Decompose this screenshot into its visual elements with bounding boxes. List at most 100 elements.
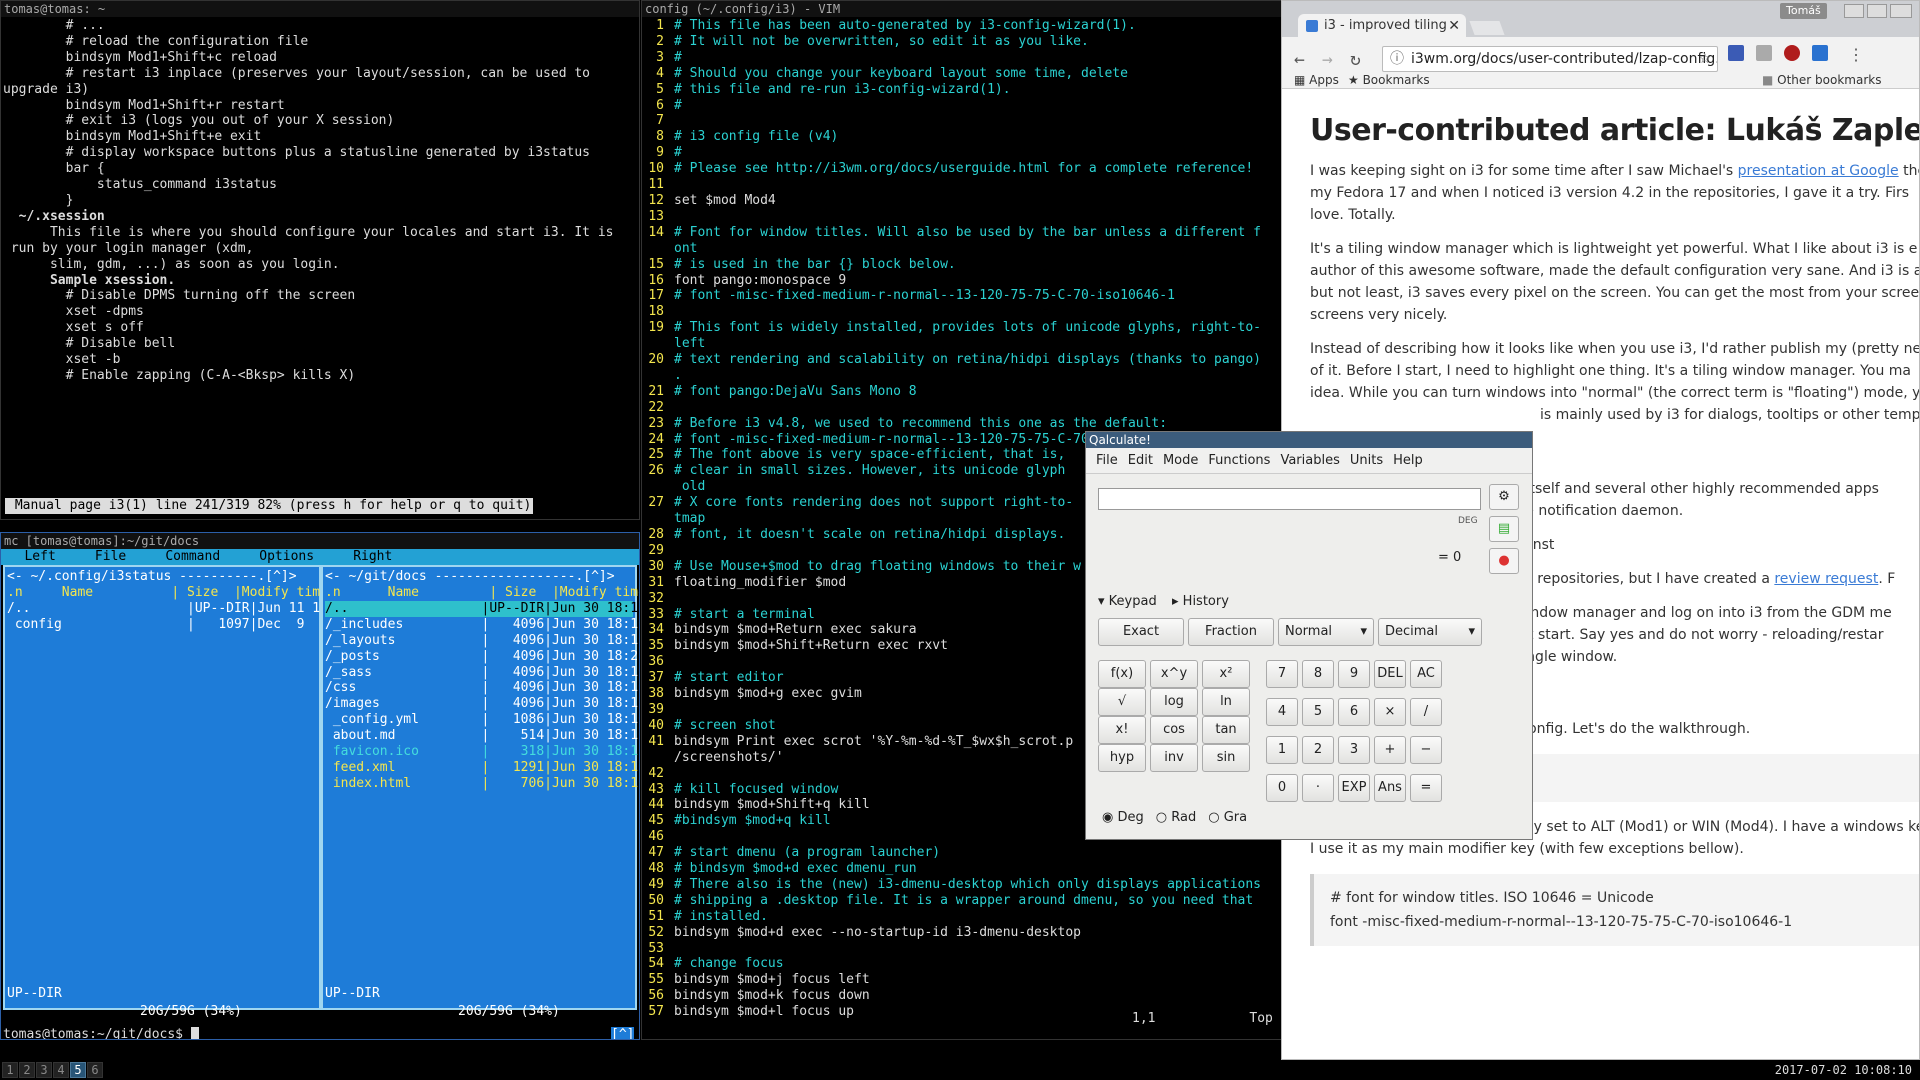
function-key[interactable]: log bbox=[1150, 688, 1198, 716]
file-row[interactable]: /_includes | 4096|Jun 30 18:16 bbox=[325, 617, 639, 633]
keypad-key[interactable]: 1 bbox=[1266, 736, 1298, 764]
keypad-key[interactable]: DEL bbox=[1374, 660, 1406, 688]
angle-radio-rad[interactable]: ○ Rad bbox=[1156, 810, 1196, 825]
menu-item-edit[interactable]: Edit bbox=[1128, 453, 1153, 468]
function-key[interactable]: x^y bbox=[1150, 660, 1198, 688]
close-tab-icon[interactable]: ✕ bbox=[1448, 14, 1460, 38]
mc-right-panel[interactable]: <- ~/git/docs ------------------.[^]> .n… bbox=[321, 565, 639, 1019]
file-row[interactable]: favicon.ico | 318|Jun 30 18:16 bbox=[325, 744, 639, 760]
mc-menu-bar[interactable]: Left File Command Options Right bbox=[1, 549, 639, 565]
keypad-key[interactable]: 5 bbox=[1302, 698, 1334, 726]
file-row[interactable]: config | 1097|Dec 9 2016 bbox=[7, 617, 352, 633]
exact-button[interactable]: Exact bbox=[1098, 618, 1184, 646]
file-row[interactable]: /css | 4096|Jun 30 18:16 bbox=[325, 680, 639, 696]
file-row[interactable]: /_layouts | 4096|Jun 30 18:16 bbox=[325, 633, 639, 649]
menu-icon[interactable]: ⋮ bbox=[1848, 45, 1864, 64]
keypad-key[interactable]: × bbox=[1374, 698, 1406, 726]
base-select[interactable]: Decimal ▾ bbox=[1378, 618, 1482, 646]
man-terminal-window[interactable]: tomas@tomas: ~ # ... # reload the config… bbox=[0, 0, 640, 520]
presentation-link[interactable]: presentation at Google bbox=[1738, 163, 1899, 179]
workspace-button[interactable]: 3 bbox=[36, 1062, 52, 1078]
keypad-key[interactable]: 6 bbox=[1338, 698, 1370, 726]
extension-icon[interactable] bbox=[1756, 45, 1772, 61]
mc-terminal-window[interactable]: mc [tomas@tomas]:~/git/docs Left File Co… bbox=[0, 532, 640, 1040]
other-bookmarks[interactable]: ■ Other bookmarks bbox=[1762, 73, 1881, 87]
menu-item-file[interactable]: File bbox=[1096, 453, 1118, 468]
function-key[interactable]: f(x) bbox=[1098, 660, 1146, 688]
qalculate-window[interactable]: Qalculate! File Edit Mode Functions Variable… bbox=[1085, 431, 1533, 840]
workspace-button[interactable]: 1 bbox=[2, 1062, 18, 1078]
function-key[interactable]: tan bbox=[1202, 716, 1250, 744]
mc-left-panel[interactable]: <- ~/.config/i3status ----------.[^]> .n… bbox=[3, 565, 352, 1019]
function-key[interactable]: sin bbox=[1202, 744, 1250, 772]
browser-tab[interactable]: i3 - improved tiling ✕ bbox=[1298, 14, 1466, 38]
store-icon[interactable]: ▤ bbox=[1489, 516, 1519, 542]
file-row[interactable]: /_sass | 4096|Jun 30 18:16 bbox=[325, 665, 639, 681]
menu-item-units[interactable]: Units bbox=[1350, 453, 1383, 468]
keypad-key[interactable]: 4 bbox=[1266, 698, 1298, 726]
keypad-key[interactable]: 9 bbox=[1338, 660, 1370, 688]
menu-item-help[interactable]: Help bbox=[1393, 453, 1423, 468]
keypad-key[interactable]: 0 bbox=[1266, 774, 1298, 802]
keypad-toggle[interactable]: ▾ Keypad bbox=[1098, 594, 1157, 609]
keypad-key[interactable]: AC bbox=[1410, 660, 1442, 688]
bookmark-bookmarks[interactable]: ★ Bookmarks bbox=[1348, 73, 1430, 87]
keypad-key[interactable]: / bbox=[1410, 698, 1442, 726]
extension-icon[interactable] bbox=[1728, 45, 1744, 61]
keypad-key[interactable]: = bbox=[1410, 774, 1442, 802]
convert-icon[interactable]: ● bbox=[1489, 548, 1519, 574]
menu-item-functions[interactable]: Functions bbox=[1208, 453, 1270, 468]
file-row[interactable]: _config.yml | 1086|Jun 30 18:16 bbox=[325, 712, 639, 728]
mode-select[interactable]: Normal ▾ bbox=[1278, 618, 1374, 646]
keypad-key[interactable]: 3 bbox=[1338, 736, 1370, 764]
function-key[interactable]: √ bbox=[1098, 688, 1146, 716]
expression-input[interactable] bbox=[1098, 488, 1481, 510]
function-key[interactable]: cos bbox=[1150, 716, 1198, 744]
workspace-button[interactable]: 2 bbox=[19, 1062, 35, 1078]
back-icon[interactable]: ← bbox=[1294, 49, 1305, 70]
menu-item-mode[interactable]: Mode bbox=[1163, 453, 1198, 468]
file-row[interactable]: feed.xml | 1291|Jun 30 18:16 bbox=[325, 760, 639, 776]
file-row[interactable]: /.. |UP--DIR|Jun 30 18:16 bbox=[325, 601, 639, 617]
function-key[interactable]: inv bbox=[1150, 744, 1198, 772]
history-toggle[interactable]: ▸ History bbox=[1172, 594, 1229, 609]
address-bar[interactable]: ⓘ i3wm.org/docs/user-contributed/lzap-co… bbox=[1382, 46, 1718, 72]
new-tab-button[interactable] bbox=[1469, 21, 1505, 35]
bookmark-apps[interactable]: ▦ Apps bbox=[1294, 73, 1339, 87]
menu-item-variables[interactable]: Variables bbox=[1280, 453, 1339, 468]
function-key[interactable]: hyp bbox=[1098, 744, 1146, 772]
file-row[interactable]: /images | 4096|Jun 30 18:16 bbox=[325, 696, 639, 712]
file-row[interactable]: index.html | 706|Jun 30 18:16 bbox=[325, 776, 639, 792]
angle-radio-deg[interactable]: ◉ Deg bbox=[1102, 810, 1144, 825]
keypad-key[interactable]: 7 bbox=[1266, 660, 1298, 688]
ublock-icon[interactable] bbox=[1784, 45, 1800, 61]
close-button[interactable] bbox=[1890, 4, 1912, 18]
minimize-button[interactable] bbox=[1844, 4, 1864, 18]
reload-icon[interactable]: ↻ bbox=[1350, 49, 1361, 70]
fraction-button[interactable]: Fraction bbox=[1188, 618, 1274, 646]
workspace-button[interactable]: 6 bbox=[87, 1062, 103, 1078]
file-row[interactable]: about.md | 514|Jun 30 18:16 bbox=[325, 728, 639, 744]
file-row[interactable]: /_posts | 4096|Jun 30 18:25 bbox=[325, 649, 639, 665]
settings-icon[interactable]: ⚙ bbox=[1489, 484, 1519, 510]
shell-prompt[interactable]: tomas@tomas:~/git/docs$ _ bbox=[3, 1027, 199, 1039]
function-key[interactable]: ln bbox=[1202, 688, 1250, 716]
keypad-key[interactable]: 8 bbox=[1302, 660, 1334, 688]
function-key[interactable]: x! bbox=[1098, 716, 1146, 744]
maximize-button[interactable] bbox=[1867, 4, 1887, 18]
angle-radio-gra[interactable]: ○ Gra bbox=[1208, 810, 1247, 825]
review-request-link[interactable]: review request bbox=[1774, 571, 1878, 587]
keypad-key[interactable]: 2 bbox=[1302, 736, 1334, 764]
extension-icon[interactable] bbox=[1812, 45, 1828, 61]
file-row[interactable]: /.. |UP--DIR|Jun 11 18:41 bbox=[7, 601, 351, 617]
keypad-key[interactable]: EXP bbox=[1338, 774, 1370, 802]
keypad-key[interactable]: − bbox=[1410, 736, 1442, 764]
keypad-key[interactable]: · bbox=[1302, 774, 1334, 802]
function-key[interactable]: x² bbox=[1202, 660, 1250, 688]
workspace-button[interactable]: 4 bbox=[53, 1062, 69, 1078]
forward-icon[interactable]: → bbox=[1322, 49, 1333, 70]
workspace-button[interactable]: 5 bbox=[70, 1062, 86, 1078]
keypad-key[interactable]: + bbox=[1374, 736, 1406, 764]
bookmark-star-icon[interactable]: ☆ bbox=[1698, 47, 1711, 71]
profile-badge[interactable]: Tomáš bbox=[1780, 3, 1827, 19]
